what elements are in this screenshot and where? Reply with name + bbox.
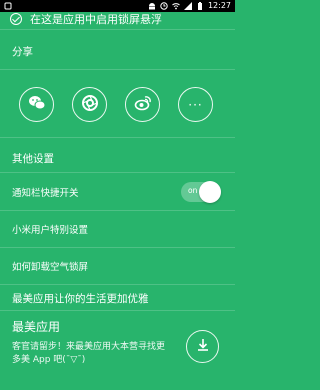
- share-weibo-button[interactable]: [125, 87, 160, 122]
- promo-title: 最美应用让你的生活更加优雅: [12, 293, 149, 305]
- battery-icon: [196, 2, 204, 10]
- divider: [0, 29, 235, 30]
- divider: [0, 137, 235, 138]
- divider: [0, 310, 235, 311]
- download-button[interactable]: [186, 330, 219, 363]
- check-icon: [10, 13, 22, 25]
- status-time: 12:27: [207, 1, 231, 10]
- wifi-icon: [172, 2, 180, 10]
- divider: [0, 69, 235, 70]
- notification-toggle-row[interactable]: 通知栏快捷开关 on: [0, 174, 235, 210]
- notification-toggle-label: 通知栏快捷开关: [12, 188, 79, 199]
- toggle-knob: [199, 181, 221, 203]
- divider: [0, 284, 235, 285]
- signal-icon: [183, 2, 192, 10]
- xiaomi-settings-label: 小米用户特别设置: [12, 225, 89, 236]
- toggle-state-label: on: [188, 186, 198, 195]
- divider: [0, 172, 235, 173]
- clock-icon: [160, 2, 168, 10]
- share-more-button[interactable]: ···: [178, 87, 213, 122]
- notification-icon: [4, 2, 12, 10]
- wechat-icon: [28, 94, 46, 116]
- lockscreen-overlay-label: 在这是应用中启用锁屏悬浮: [30, 13, 162, 26]
- lockscreen-overlay-row[interactable]: 在这是应用中启用锁屏悬浮: [10, 12, 225, 26]
- uninstall-guide-label: 如何卸载空气锁屏: [12, 262, 89, 273]
- weibo-icon: [134, 94, 152, 116]
- android-icon: [148, 2, 156, 10]
- download-icon: [195, 337, 211, 357]
- share-buttons: ···: [19, 87, 213, 122]
- more-icon: ···: [188, 97, 203, 112]
- share-section-title: 分享: [12, 46, 33, 58]
- notification-toggle[interactable]: on: [181, 181, 221, 203]
- uninstall-guide-row[interactable]: 如何卸载空气锁屏: [0, 248, 235, 284]
- share-moments-button[interactable]: [72, 87, 107, 122]
- app-description: 客官请留步！来最美应用大本营寻找更多美 App 吧(¯▽¯): [12, 342, 166, 365]
- moments-icon: [81, 94, 99, 116]
- xiaomi-settings-row[interactable]: 小米用户特别设置: [0, 211, 235, 247]
- other-settings-title: 其他设置: [12, 153, 54, 165]
- app-promo-card[interactable]: 最美应用 客官请留步！来最美应用大本营寻找更多美 App 吧(¯▽¯): [12, 318, 227, 367]
- share-wechat-button[interactable]: [19, 87, 54, 122]
